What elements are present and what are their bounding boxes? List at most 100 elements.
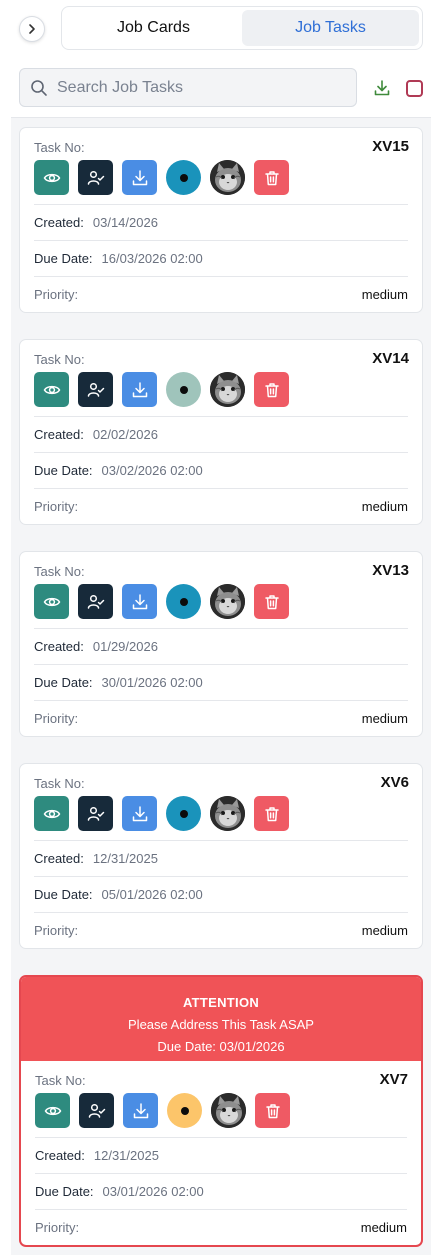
select-all-checkbox[interactable] [406,80,423,97]
delete-button[interactable] [254,796,289,831]
download-button[interactable] [122,584,157,619]
priority-row: Priority: medium [35,1209,407,1245]
task-number: XV14 [372,350,409,367]
due-date-label: Due Date: [34,463,93,478]
expand-sidebar-button[interactable] [19,16,45,42]
status-indicator[interactable] [166,160,201,195]
download-icon [132,169,147,185]
view-button[interactable] [34,796,69,831]
user-check-icon [87,806,104,821]
tab-job-cards[interactable]: Job Cards [65,10,242,46]
trash-icon [264,382,279,397]
card-header: Task No: XV15 [20,128,422,158]
priority-row: Priority: medium [34,276,408,312]
user-check-icon [87,382,104,397]
created-row: Created: 02/02/2026 [34,416,408,452]
due-date-label: Due Date: [34,251,93,266]
search-row [19,68,423,108]
status-dot [179,385,188,394]
delete-button[interactable] [254,160,289,195]
priority-label: Priority: [35,1220,80,1235]
user-check-icon [88,1103,105,1118]
delete-button[interactable] [254,372,289,407]
assignee-avatar[interactable] [211,1093,246,1128]
download-all-button[interactable] [372,78,392,98]
due-date-label: Due Date: [34,675,93,690]
priority-value: medium [361,499,408,514]
task-card[interactable]: Task No: XV6 Created: 12/31/2025 Due Dat… [19,763,423,949]
trash-icon [264,594,279,609]
view-button[interactable] [34,372,69,407]
card-actions [21,1093,421,1137]
status-dot [179,173,188,182]
search-input[interactable] [57,78,337,97]
cat-avatar-icon [210,160,245,195]
task-card[interactable]: Task No: XV13 Created: 01/29/2026 Due Da… [19,551,423,737]
download-button[interactable] [122,796,157,831]
card-header: Task No: XV14 [20,340,422,370]
eye-icon [44,1106,61,1115]
created-label: Created: [35,1148,85,1163]
created-label: Created: [34,215,84,230]
user-check-icon [87,594,104,609]
eye-icon [43,385,60,394]
status-indicator[interactable] [166,372,201,407]
download-button[interactable] [123,1093,158,1128]
eye-icon [43,173,60,182]
task-number: XV15 [372,138,409,155]
view-button[interactable] [35,1093,70,1128]
assign-user-button[interactable] [78,160,113,195]
created-value: 12/31/2025 [92,851,158,866]
task-no-label: Task No: [35,1073,86,1088]
assignee-avatar[interactable] [210,372,245,407]
assignee-avatar[interactable] [210,160,245,195]
search-icon [31,79,47,96]
status-indicator[interactable] [166,796,201,831]
created-row: Created: 03/14/2026 [34,204,408,240]
card-header: Task No: XV7 [21,1061,421,1091]
assign-user-button[interactable] [78,584,113,619]
top-bar: Job Cards Job Tasks [0,0,431,58]
assignee-avatar[interactable] [210,796,245,831]
status-dot [179,809,188,818]
download-button[interactable] [122,160,157,195]
user-check-icon [87,170,104,185]
task-card[interactable]: Task No: XV15 Created: 03/14/2026 Due Da… [19,127,423,313]
task-card-overdue[interactable]: ATTENTION Please Address This Task ASAP Du… [19,975,423,1247]
assign-user-button[interactable] [78,372,113,407]
view-button[interactable] [34,160,69,195]
assign-user-button[interactable] [79,1093,114,1128]
trash-icon [265,1103,280,1118]
task-number: XV6 [380,774,409,791]
task-card[interactable]: Task No: XV14 Created: 02/02/2026 Due Da… [19,339,423,525]
created-row: Created: 01/29/2026 [34,628,408,664]
due-date-row: Due Date: 03/02/2026 02:00 [34,452,408,488]
delete-button[interactable] [254,584,289,619]
created-label: Created: [34,851,84,866]
card-actions [20,796,422,840]
task-number: XV13 [372,562,409,579]
status-indicator[interactable] [167,1093,202,1128]
assignee-avatar[interactable] [210,584,245,619]
assign-user-button[interactable] [78,796,113,831]
cat-avatar-icon [211,1093,246,1128]
due-date-row: Due Date: 30/01/2026 02:00 [34,664,408,700]
view-button[interactable] [34,584,69,619]
due-date-value: 03/01/2026 02:00 [102,1184,204,1199]
download-icon [132,593,147,609]
attention-due-date: Due Date: 03/01/2026 [157,1039,285,1054]
cat-avatar-icon [210,796,245,831]
priority-label: Priority: [34,287,79,302]
view-tabs: Job Cards Job Tasks [61,6,423,50]
download-button[interactable] [122,372,157,407]
task-no-label: Task No: [34,352,85,367]
cat-avatar-icon [210,372,245,407]
due-date-value: 30/01/2026 02:00 [101,675,203,690]
created-label: Created: [34,639,84,654]
created-row: Created: 12/31/2025 [35,1137,407,1173]
delete-button[interactable] [255,1093,290,1128]
due-date-row: Due Date: 03/01/2026 02:00 [35,1173,407,1209]
tab-job-tasks[interactable]: Job Tasks [242,10,419,46]
priority-row: Priority: medium [34,912,408,948]
status-indicator[interactable] [166,584,201,619]
